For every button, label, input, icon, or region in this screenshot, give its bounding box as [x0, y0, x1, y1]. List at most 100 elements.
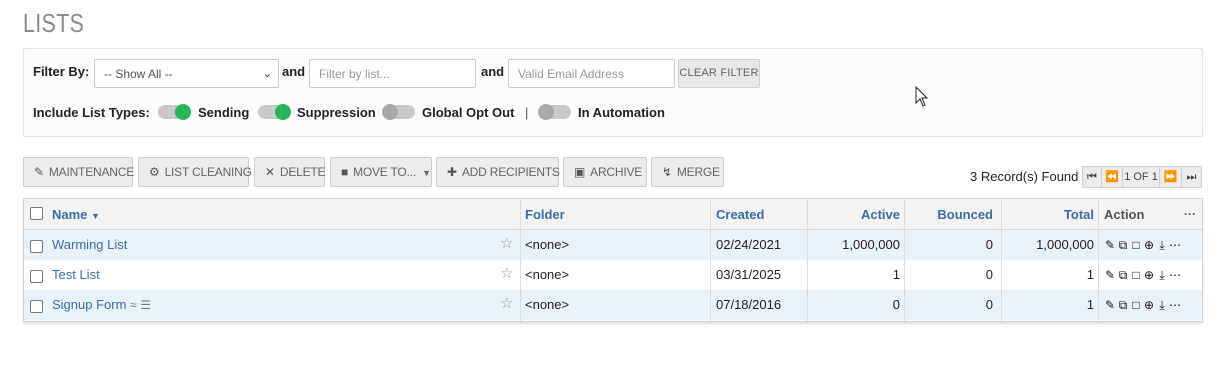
row-actions: ✎ ⧉ □ ⊕ ⤓ ⋯: [1104, 260, 1182, 290]
more-icon[interactable]: ⋯: [1169, 260, 1182, 290]
folder-cell: <none>: [525, 297, 570, 312]
move-to-button[interactable]: ■ MOVE TO... ▼: [330, 157, 432, 187]
filter-list-placeholder: Filter by list...: [319, 67, 390, 81]
folder-cell: <none>: [525, 267, 570, 282]
and-label-1: and: [282, 64, 306, 79]
sort-desc-icon: ▼: [91, 211, 100, 221]
list-name-link[interactable]: Warming List: [52, 230, 127, 260]
column-created-header[interactable]: Created: [716, 199, 764, 229]
records-found: 3 Record(s) Found: [970, 169, 1079, 184]
row-checkbox[interactable]: [30, 270, 43, 283]
chevron-down-icon: ⌄: [262, 68, 272, 80]
bounced-cell: 0: [985, 267, 993, 282]
edit-icon[interactable]: ✎: [1104, 260, 1117, 290]
list-name-link[interactable]: Test List: [52, 260, 100, 290]
archive-icon: ▣: [574, 165, 586, 179]
and-label-2: and: [481, 64, 505, 79]
separator: |: [525, 105, 529, 120]
merge-button[interactable]: ↯ MERGE: [651, 157, 724, 187]
download-icon[interactable]: ⤓: [1156, 230, 1169, 260]
next-page-button[interactable]: ⏩: [1159, 166, 1182, 188]
first-page-button[interactable]: ⏮: [1082, 166, 1102, 188]
add-circle-icon[interactable]: ⊕: [1143, 290, 1156, 320]
table-row: Test List ☆ <none> 03/31/2025 1 0 1 ✎ ⧉ □ ⊕…: [24, 260, 1202, 290]
prev-page-icon: ⏪: [1105, 171, 1119, 183]
edit-square-icon[interactable]: □: [1130, 260, 1143, 290]
add-circle-icon[interactable]: ⊕: [1143, 230, 1156, 260]
list-cleaning-button[interactable]: ⚙ LIST CLEANING: [138, 157, 252, 187]
copy-icon[interactable]: ⧉: [1117, 230, 1130, 260]
row-actions: ✎ ⧉ □ ⊕ ⤓ ⋯: [1104, 290, 1182, 320]
column-folder-header[interactable]: Folder: [525, 199, 565, 229]
next-page-icon: ⏩: [1163, 171, 1178, 183]
download-icon[interactable]: ⤓: [1156, 260, 1169, 290]
row-checkbox[interactable]: [30, 240, 43, 253]
column-bounced-header[interactable]: Bounced: [904, 199, 993, 229]
filter-by-label: Filter By:: [33, 64, 90, 79]
suppression-toggle[interactable]: [258, 104, 291, 120]
column-name-label: Name: [52, 207, 88, 222]
global-opt-out-label: Global Opt Out: [422, 105, 515, 120]
copy-icon[interactable]: ⧉: [1117, 290, 1130, 320]
active-cell: 1,000,000: [842, 237, 900, 252]
column-action-header: Action: [1104, 207, 1145, 222]
edit-square-icon[interactable]: □: [1130, 230, 1143, 260]
active-cell: 1: [892, 267, 900, 282]
column-divider: [1001, 199, 1002, 321]
prev-page-button[interactable]: ⏪: [1101, 166, 1123, 188]
delete-label: DELETE: [279, 165, 326, 179]
row-checkbox[interactable]: [30, 300, 43, 313]
suppression-label: Suppression: [297, 105, 376, 120]
list-type-select[interactable]: -- Show All -- ⌄: [94, 59, 279, 88]
active-cell: 0: [892, 297, 900, 312]
add-recipients-button[interactable]: ✚ ADD RECIPIENTS: [436, 157, 560, 187]
delete-button[interactable]: ✕ DELETE: [254, 157, 326, 187]
copy-icon[interactable]: ⧉: [1117, 260, 1130, 290]
star-icon[interactable]: ☆: [500, 260, 513, 288]
broom-icon: ✎: [34, 165, 44, 179]
edit-square-icon[interactable]: □: [1130, 290, 1143, 320]
sending-toggle[interactable]: [158, 104, 191, 120]
global-opt-out-toggle[interactable]: [382, 104, 415, 120]
in-automation-toggle[interactable]: [538, 104, 571, 120]
edit-icon[interactable]: ✎: [1104, 230, 1117, 260]
mouse-cursor-icon: [915, 86, 929, 107]
column-total-header[interactable]: Total: [1004, 199, 1094, 229]
star-icon[interactable]: ☆: [500, 290, 513, 318]
select-all-checkbox[interactable]: [30, 207, 43, 220]
add-circle-icon[interactable]: ⊕: [1143, 260, 1156, 290]
star-icon[interactable]: ☆: [500, 230, 513, 258]
total-cell: 1,000,000: [1036, 237, 1094, 252]
maintenance-label: MAINTENANCE: [48, 165, 134, 179]
edit-icon[interactable]: ✎: [1104, 290, 1117, 320]
merge-label: MERGE: [676, 165, 720, 179]
archive-label: ARCHIVE: [590, 165, 643, 179]
filter-list-input[interactable]: Filter by list...: [309, 59, 476, 88]
list-cleaning-label: LIST CLEANING: [164, 165, 252, 179]
more-icon[interactable]: ⋯: [1169, 290, 1182, 320]
list-name-text: Signup Form: [52, 297, 127, 312]
total-cell: 1: [1086, 267, 1094, 282]
column-name-header[interactable]: Name ▼: [52, 199, 100, 229]
more-icon[interactable]: ⋯: [1169, 230, 1182, 260]
email-filter-input[interactable]: Valid Email Address: [508, 59, 675, 88]
table-row: Warming List ☆ <none> 02/24/2021 1,000,0…: [24, 230, 1202, 260]
archive-button[interactable]: ▣ ARCHIVE: [563, 157, 647, 187]
page-title: LISTS: [23, 8, 85, 38]
list-name-link[interactable]: Signup Form ≈ ☰: [52, 290, 151, 320]
column-divider: [807, 199, 808, 321]
column-divider: [1098, 199, 1099, 321]
column-divider: [710, 199, 711, 321]
clear-filter-button[interactable]: CLEAR FILTER: [678, 59, 760, 88]
maintenance-button[interactable]: ✎ MAINTENANCE: [23, 157, 134, 187]
add-user-icon: ✚: [447, 165, 457, 179]
column-active-header[interactable]: Active: [809, 199, 900, 229]
last-page-button[interactable]: ⏭: [1181, 166, 1202, 188]
download-icon[interactable]: ⤓: [1156, 290, 1169, 320]
move-to-label: MOVE TO...: [353, 165, 416, 179]
sending-label: Sending: [198, 105, 250, 120]
first-page-icon: ⏮: [1087, 171, 1097, 183]
caret-down-icon: ▼: [422, 168, 431, 178]
column-options-icon[interactable]: ···: [1184, 199, 1196, 229]
add-recipients-label: ADD RECIPIENTS: [461, 165, 560, 179]
